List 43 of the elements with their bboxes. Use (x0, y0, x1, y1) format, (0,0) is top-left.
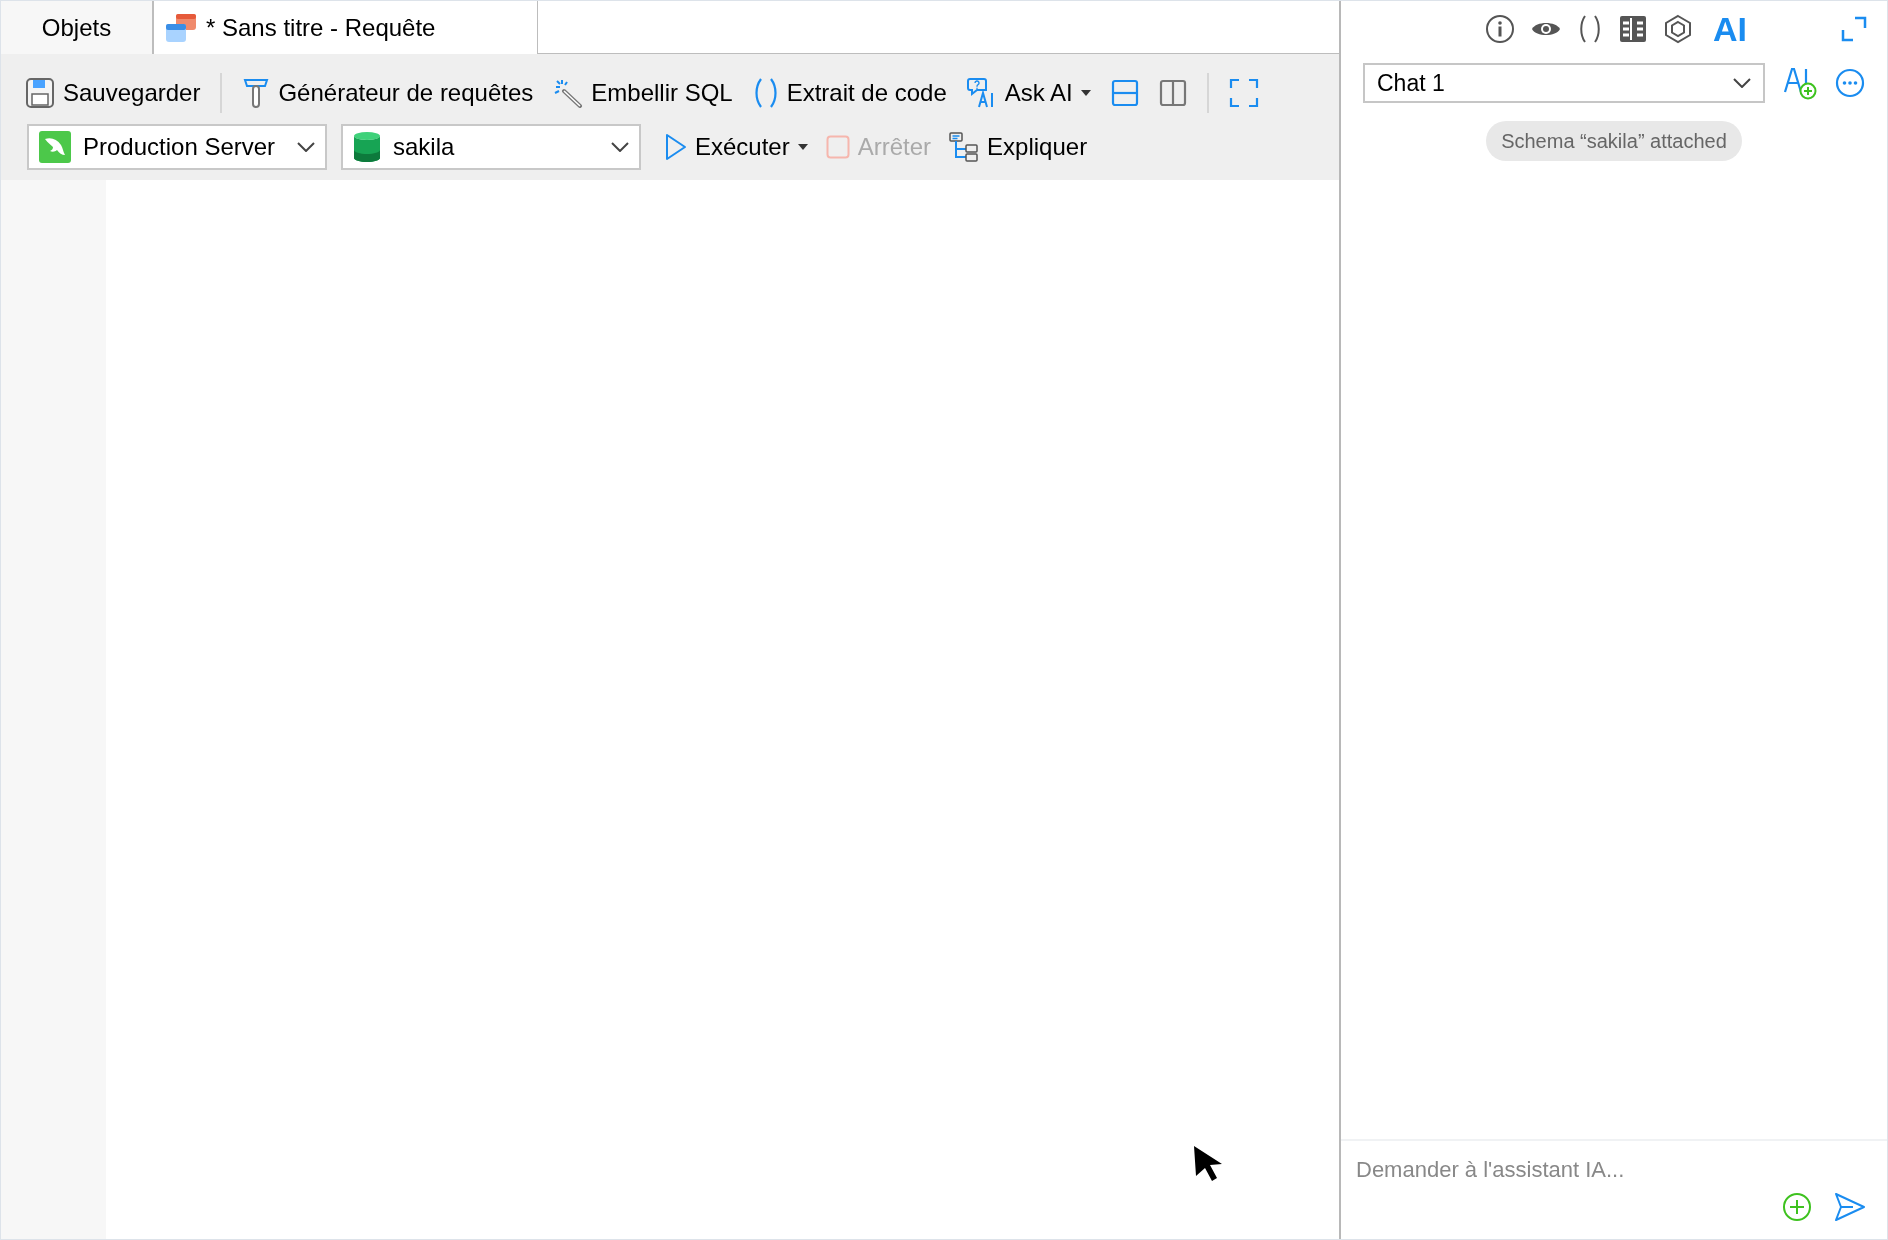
query-icon (164, 11, 198, 44)
grid-icon[interactable] (1619, 15, 1647, 43)
send-icon[interactable] (1834, 1192, 1866, 1222)
horizontal-split-icon[interactable] (1110, 79, 1139, 107)
connection-select[interactable]: Production Server (27, 124, 327, 170)
tab[interactable]: Objets (1, 1, 153, 54)
info-icon[interactable] (1485, 14, 1515, 44)
chevron-down-icon (297, 142, 315, 152)
run-button[interactable]: Exécuter (665, 129, 808, 165)
connection-value: Production Server (83, 132, 277, 162)
diagram-icon (949, 132, 980, 162)
magic-wand-icon (553, 78, 584, 108)
database-icon (353, 131, 381, 163)
snippet-button[interactable]: Extrait de code (752, 75, 947, 111)
save-icon (25, 77, 55, 109)
parentheses-icon (752, 77, 779, 109)
play-icon (665, 133, 687, 161)
parentheses-icon[interactable] (1577, 14, 1603, 44)
expand-icon[interactable] (1841, 16, 1867, 42)
fullscreen-icon[interactable] (1228, 78, 1259, 108)
chat-name: Chat 1 (1377, 68, 1446, 98)
mouse-cursor-icon (1192, 1144, 1224, 1184)
builder-button[interactable]: Générateur de requêtes (242, 75, 534, 111)
hammer-icon (242, 77, 271, 109)
database-select[interactable]: sakila (341, 124, 641, 170)
chat-select[interactable]: Chat 1 (1363, 63, 1765, 103)
add-circle-icon[interactable] (1782, 1192, 1812, 1222)
database-name: sakila (393, 132, 456, 162)
beautify-button[interactable]: Embellir SQL (553, 75, 733, 111)
askai-button[interactable]: Ask AI (966, 75, 1091, 111)
dolphin-icon (39, 131, 71, 163)
save-button[interactable]: Sauvegarder (25, 75, 201, 111)
schema-attached-badge: Schema “sakila” attached (1486, 121, 1742, 161)
chevron-down-icon (1733, 78, 1751, 88)
vertical-split-icon[interactable] (1158, 79, 1187, 107)
chat-input-field[interactable]: Demander à l'assistant IA... (1356, 1153, 1716, 1186)
tab[interactable]: * Sans titre - Requête (153, 1, 538, 54)
explain-button[interactable]: Expliquer (949, 129, 1088, 165)
more-options-icon[interactable] (1835, 68, 1865, 98)
stop-icon (825, 135, 850, 159)
hexagon-icon[interactable] (1663, 14, 1693, 44)
new-ai-chat-icon[interactable] (1783, 66, 1817, 100)
chevron-down-icon (611, 142, 629, 152)
